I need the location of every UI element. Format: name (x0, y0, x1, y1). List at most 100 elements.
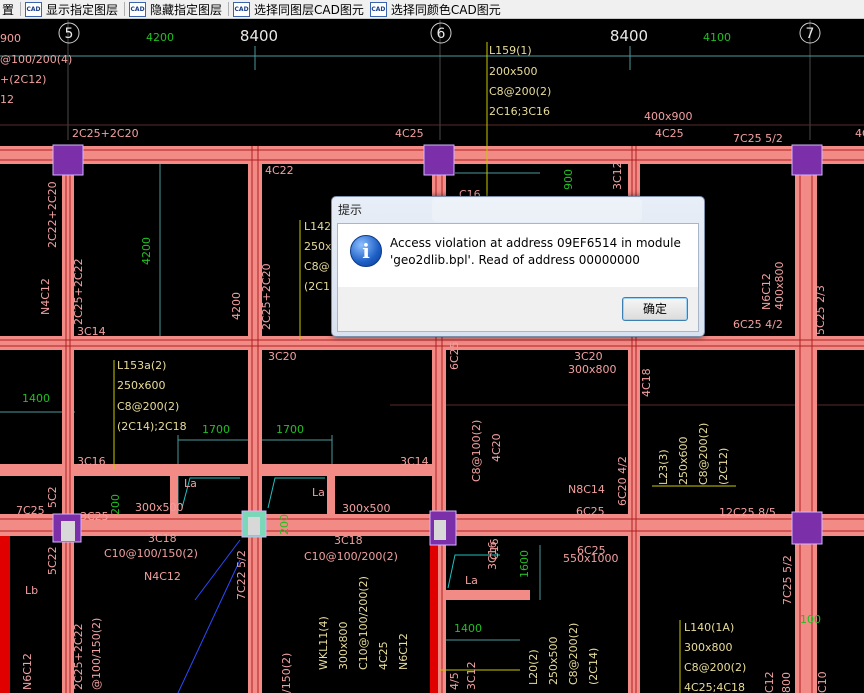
red-wall (430, 536, 438, 693)
svg-text:4200: 4200 (230, 292, 243, 320)
select-same-color-button[interactable]: CAD 选择同颜色CAD图元 (368, 0, 505, 18)
svg-text:La: La (465, 574, 478, 587)
svg-text:250x500: 250x500 (547, 636, 560, 685)
svg-text:C16: C16 (488, 538, 501, 560)
svg-text:(2C12): (2C12) (717, 448, 730, 485)
svg-text:L20(2): L20(2) (527, 649, 540, 685)
dimension-label: 8400 (610, 27, 648, 45)
toolbar: 置 CAD 显示指定图层 CAD 隐藏指定图层 CAD 选择同图层CAD图元 C… (0, 0, 864, 19)
svg-text:2C25+2C20: 2C25+2C20 (260, 263, 273, 330)
svg-text:7C25 5/2: 7C25 5/2 (781, 555, 794, 605)
svg-text:L140(1A): L140(1A) (684, 621, 734, 634)
svg-text:100: 100 (800, 613, 821, 626)
cad-icon: CAD (25, 1, 43, 17)
svg-text:3C14: 3C14 (400, 455, 429, 468)
red-wall (0, 536, 10, 693)
info-icon: i (350, 235, 382, 267)
svg-text:2C25+2C22: 2C25+2C22 (72, 623, 85, 690)
svg-text:C10: C10 (816, 671, 829, 693)
svg-text:1700: 1700 (202, 423, 230, 436)
svg-text:5C22: 5C22 (46, 546, 59, 575)
dialog-body: i Access violation at address 09EF6514 i… (337, 223, 699, 288)
select-same-layer-button[interactable]: CAD 选择同图层CAD图元 (231, 0, 368, 18)
svg-text:3C12: 3C12 (611, 161, 624, 190)
svg-text:(2C14): (2C14) (587, 648, 600, 685)
svg-text:1600: 1600 (518, 550, 531, 578)
svg-text:300x800: 300x800 (568, 363, 617, 376)
svg-text:5C2: 5C2 (46, 486, 59, 508)
svg-text:4200: 4200 (146, 31, 174, 44)
svg-text:250x600: 250x600 (677, 436, 690, 485)
beam-annotation-l140: L140(1A) 300x800 C8@200(2) 4C25;4C18 (684, 621, 746, 693)
svg-text:4C20: 4C20 (490, 433, 503, 462)
svg-text:550x1000: 550x1000 (563, 552, 619, 565)
svg-text:WKL11(4): WKL11(4) (317, 616, 330, 670)
svg-text:N6C12: N6C12 (760, 273, 773, 310)
dialog-footer: 确定 (337, 287, 699, 332)
ok-button[interactable]: 确定 (622, 297, 688, 321)
svg-text:C8@: C8@ (304, 260, 330, 273)
svg-text:+(2C12): +(2C12) (0, 73, 46, 86)
svg-text:200: 200 (109, 494, 122, 515)
toolbar-separator (124, 2, 126, 16)
svg-text:5C25 2/3: 5C25 2/3 (814, 285, 827, 335)
svg-text:L23(3): L23(3) (657, 449, 670, 485)
svg-text:1400: 1400 (454, 622, 482, 635)
svg-text:L142: L142 (304, 220, 331, 233)
svg-text:7: 7 (806, 26, 815, 42)
svg-text:(2C14);2C18: (2C14);2C18 (117, 420, 187, 433)
svg-text:C8@200(2): C8@200(2) (567, 623, 580, 685)
svg-text:3C16: 3C16 (77, 455, 106, 468)
svg-text:300x500: 300x500 (135, 501, 184, 514)
svg-text:N6C12: N6C12 (21, 653, 34, 690)
svg-text:12C25 8/5: 12C25 8/5 (719, 506, 776, 519)
show-layer-label: 显示指定图层 (46, 2, 119, 17)
beam-annotation-l142: L142 250x C8@ (2C1 (304, 220, 332, 293)
svg-text:6C25: 6C25 (576, 505, 605, 518)
svg-text:300x800: 300x800 (337, 621, 350, 670)
svg-text:C12: C12 (763, 671, 776, 693)
svg-text:250x600: 250x600 (117, 379, 166, 392)
toolbar-item-settings[interactable]: 置 (0, 0, 18, 18)
svg-text:La: La (312, 486, 325, 499)
cad-icon: CAD (369, 1, 387, 17)
beam-annotation-l153: L153a(2) 250x600 C8@200(2) (2C14);2C18 (117, 359, 187, 433)
toolbar-item-label: 置 (2, 2, 15, 17)
svg-text:C8@200(2): C8@200(2) (489, 85, 551, 98)
svg-text:6C20 4/2: 6C20 4/2 (616, 456, 629, 506)
svg-text:1700: 1700 (276, 423, 304, 436)
svg-text:200: 200 (278, 514, 291, 535)
svg-text:400x800: 400x800 (773, 261, 786, 310)
hide-layer-label: 隐藏指定图层 (150, 2, 223, 17)
svg-text:C8@200(2): C8@200(2) (684, 661, 746, 674)
svg-text:2C25+2C22: 2C25+2C22 (72, 258, 85, 325)
svg-text:2C25+2C20: 2C25+2C20 (72, 127, 139, 140)
svg-text:7C25 5/2: 7C25 5/2 (733, 132, 783, 145)
dimension-label: 8400 (240, 27, 278, 45)
axis-bubble: 5 (58, 22, 80, 44)
svg-text:N6C12: N6C12 (397, 633, 410, 670)
detail-lines (113, 42, 736, 693)
svg-text:3C14: 3C14 (77, 325, 106, 338)
svg-text:L159(1): L159(1) (489, 44, 532, 57)
svg-text:3C18: 3C18 (334, 534, 363, 547)
svg-text:C8@200(2): C8@200(2) (697, 423, 710, 485)
svg-text:2C16;3C16: 2C16;3C16 (489, 105, 550, 118)
svg-text:4C25: 4C25 (395, 127, 424, 140)
svg-text:4C25: 4C25 (655, 127, 684, 140)
select-same-color-label: 选择同颜色CAD图元 (390, 2, 501, 17)
cad-drawing-canvas[interactable]: 5 6 7 8400 8400 4200 4100 4200 1400 1700… (0, 19, 864, 693)
show-layer-button[interactable]: CAD 显示指定图层 (23, 0, 122, 18)
hide-layer-button[interactable]: CAD 隐藏指定图层 (127, 0, 226, 18)
svg-text:6C25: 6C25 (448, 341, 461, 370)
svg-text:/150(2): /150(2) (280, 653, 293, 693)
svg-text:C10@100/200(2): C10@100/200(2) (357, 576, 370, 670)
svg-text:1400: 1400 (22, 392, 50, 405)
dialog-titlebar[interactable] (432, 198, 642, 222)
svg-text:300x500: 300x500 (342, 502, 391, 515)
svg-text:400x900: 400x900 (644, 110, 693, 123)
toolbar-separator (228, 2, 230, 16)
error-dialog: 提示 i Access violation at address 09EF651… (331, 196, 705, 337)
svg-text:900: 900 (0, 32, 21, 45)
svg-text:N4C12: N4C12 (39, 278, 52, 315)
